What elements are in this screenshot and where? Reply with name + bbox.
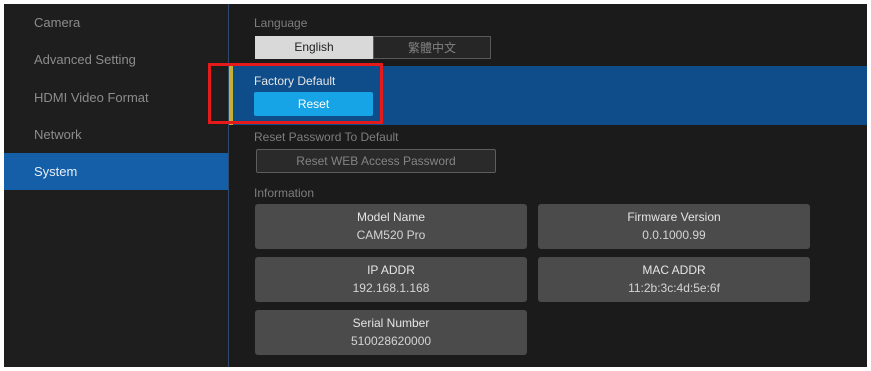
model-name-value: CAM520 Pro <box>356 228 426 242</box>
system-panel: Language English 繁體中文 Factory Default Re… <box>229 4 867 367</box>
serial-number-title: Serial Number <box>352 316 430 330</box>
language-option-english[interactable]: English <box>255 36 373 59</box>
sidebar-item-hdmi-video-format[interactable]: HDMI Video Format <box>4 79 228 116</box>
info-card-serial-number: Serial Number 510028620000 <box>255 310 527 355</box>
annotation-highlight-box <box>208 63 383 124</box>
ip-addr-value: 192.168.1.168 <box>352 281 430 295</box>
sidebar-item-advanced-setting[interactable]: Advanced Setting <box>4 41 228 78</box>
sidebar-item-system[interactable]: System <box>4 153 228 190</box>
language-option-traditional-chinese[interactable]: 繁體中文 <box>373 36 491 59</box>
info-card-model-name: Model Name CAM520 Pro <box>255 204 527 249</box>
mac-addr-title: MAC ADDR <box>642 263 706 277</box>
sidebar-item-network[interactable]: Network <box>4 116 228 153</box>
reset-web-password-button[interactable]: Reset WEB Access Password <box>256 149 496 173</box>
model-name-title: Model Name <box>356 210 426 224</box>
info-card-firmware-version: Firmware Version 0.0.1000.99 <box>538 204 810 249</box>
reset-password-label: Reset Password To Default <box>254 130 399 144</box>
sidebar-item-camera[interactable]: Camera <box>4 4 228 41</box>
info-card-mac-addr: MAC ADDR 11:2b:3c:4d:5e:6f <box>538 257 810 302</box>
ip-addr-title: IP ADDR <box>367 263 415 277</box>
settings-screen: Camera Advanced Setting HDMI Video Forma… <box>4 4 867 367</box>
firmware-version-value: 0.0.1000.99 <box>642 228 706 242</box>
firmware-version-title: Firmware Version <box>627 210 721 224</box>
sidebar: Camera Advanced Setting HDMI Video Forma… <box>4 4 228 367</box>
information-label: Information <box>254 186 315 200</box>
info-card-ip-addr: IP ADDR 192.168.1.168 <box>255 257 527 302</box>
mac-addr-value: 11:2b:3c:4d:5e:6f <box>628 281 720 295</box>
language-selector: English 繁體中文 <box>255 36 491 59</box>
language-label: Language <box>254 16 308 30</box>
serial-number-value: 510028620000 <box>350 334 432 348</box>
